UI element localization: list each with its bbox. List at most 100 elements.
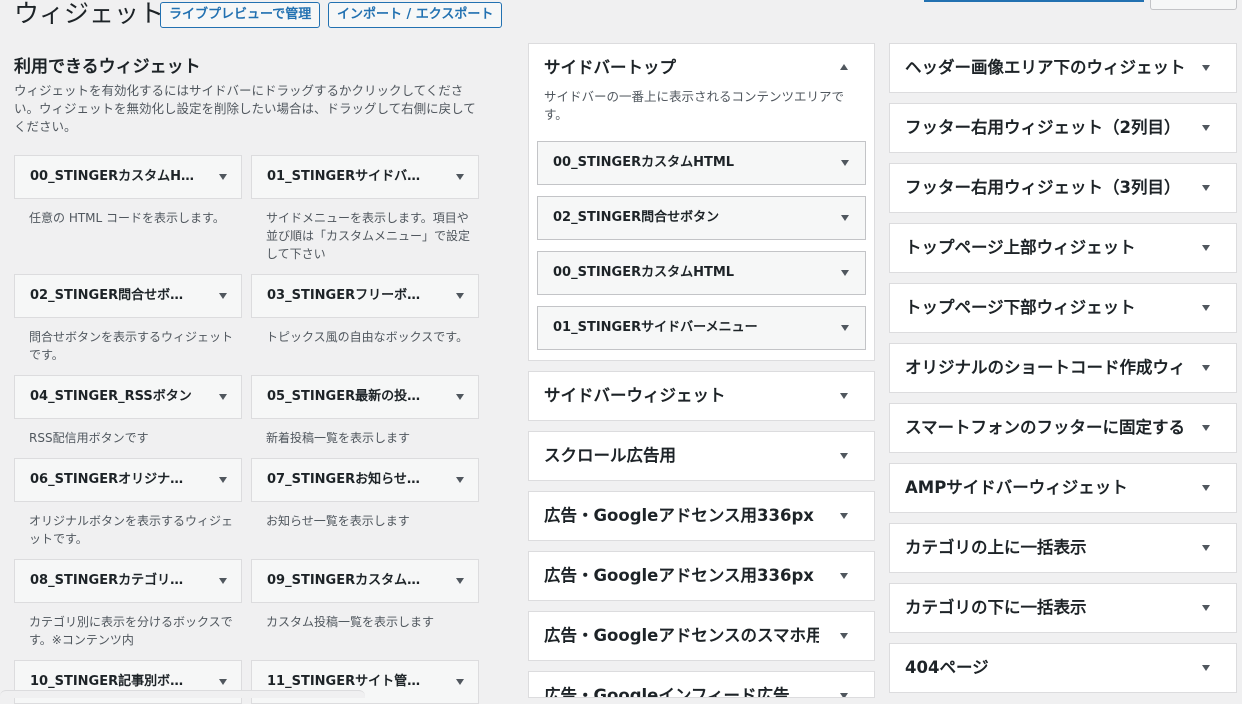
chevron-down-icon[interactable] <box>456 293 464 299</box>
widget-title: 08_STINGERカテゴリー別 <box>30 573 195 588</box>
chevron-down-icon[interactable] <box>456 477 464 483</box>
sidebar-area[interactable]: ヘッダー画像エリア下のウィジェット <box>889 43 1237 93</box>
chevron-down-icon[interactable] <box>840 453 848 459</box>
sidebar-area[interactable]: スマートフォンのフッターに固定する <box>889 403 1237 453</box>
live-preview-button[interactable]: ライブプレビューで管理 <box>160 2 321 28</box>
chevron-down-icon[interactable] <box>1202 65 1210 71</box>
sidebar-area[interactable]: 広告・Googleアドセンスのスマホ用 <box>528 611 875 661</box>
widget-item[interactable]: 08_STINGERカテゴリー別 <box>14 559 242 603</box>
sidebar-area[interactable]: サイドバーウィジェット <box>528 371 875 421</box>
sidebar-area-title[interactable]: オリジナルのショートコード作成ウィ <box>905 344 1186 392</box>
sidebar-widget-item[interactable]: 00_STINGERカスタムHTML <box>537 141 866 185</box>
sidebar-area-title[interactable]: 広告・Googleアドセンス用336px（A <box>544 492 819 540</box>
sidebar-area-title[interactable]: トップページ上部ウィジェット <box>905 224 1136 272</box>
chevron-down-icon[interactable] <box>840 393 848 399</box>
chevron-down-icon[interactable] <box>841 270 849 276</box>
widget-description: カテゴリ別に表示を分けるボックスです。※コンテンツ内 <box>29 615 233 647</box>
sidebar-area-title[interactable]: 広告・Googleアドセンス用336px（B <box>544 552 819 600</box>
chevron-down-icon[interactable] <box>1202 125 1210 131</box>
top-right-button[interactable] <box>1150 0 1237 10</box>
chevron-down-icon[interactable] <box>219 679 227 685</box>
widget-title: 00_STINGERカスタムHTML <box>553 265 735 280</box>
chevron-down-icon[interactable] <box>1202 245 1210 251</box>
sidebar-area[interactable]: フッター右用ウィジェット（2列目） <box>889 103 1237 153</box>
widget-description: RSS配信用ボタンです <box>29 431 149 445</box>
widget-description: トピックス風の自由なボックスです。 <box>266 330 469 344</box>
sidebar-area-title[interactable]: カテゴリの上に一括表示 <box>905 524 1087 572</box>
chevron-down-icon[interactable] <box>841 325 849 331</box>
sidebar-area[interactable]: カテゴリの上に一括表示 <box>889 523 1237 573</box>
widget-description: オリジナルボタンを表示するウィジェットです。 <box>29 514 234 546</box>
chevron-down-icon[interactable] <box>1202 305 1210 311</box>
chevron-down-icon[interactable] <box>840 573 848 579</box>
chevron-down-icon[interactable] <box>841 215 849 221</box>
widget-description: カスタム投稿一覧を表示します <box>266 615 435 629</box>
sidebar-widget-item[interactable]: 01_STINGERサイドバーメニュー <box>537 306 866 350</box>
sidebar-area[interactable]: 広告・Googleインフィード広告 <box>528 671 875 698</box>
chevron-up-icon[interactable] <box>840 64 848 70</box>
chevron-down-icon[interactable] <box>219 477 227 483</box>
top-link-underline[interactable] <box>924 0 1144 2</box>
chevron-down-icon[interactable] <box>1202 545 1210 551</box>
chevron-down-icon[interactable] <box>219 174 227 180</box>
widget-item[interactable]: 06_STINGERオリジナルボタン <box>14 458 242 502</box>
chevron-down-icon[interactable] <box>841 160 849 166</box>
sidebar-widget-item[interactable]: 00_STINGERカスタムHTML <box>537 251 866 295</box>
chevron-down-icon[interactable] <box>1202 425 1210 431</box>
sidebar-area-title[interactable]: サイドバートップ <box>544 44 676 92</box>
import-export-button[interactable]: インポート / エクスポート <box>328 2 503 28</box>
available-widgets-description: ウィジェットを有効化するにはサイドバーにドラッグするかクリックしてください。ウィ… <box>14 83 476 134</box>
sidebar-area-title[interactable]: カテゴリの下に一括表示 <box>905 584 1087 632</box>
chevron-down-icon[interactable] <box>840 693 848 697</box>
sidebar-area-title[interactable]: 404ページ <box>905 644 989 692</box>
widget-item[interactable]: 02_STINGER問合せボタン <box>14 274 242 318</box>
chevron-down-icon[interactable] <box>1202 185 1210 191</box>
sidebar-area-title[interactable]: 広告・Googleインフィード広告 <box>544 672 790 697</box>
chevron-down-icon[interactable] <box>840 513 848 519</box>
chevron-down-icon[interactable] <box>456 394 464 400</box>
sidebar-area[interactable]: トップページ上部ウィジェット <box>889 223 1237 273</box>
sidebar-area-title[interactable]: フッター右用ウィジェット（3列目） <box>905 164 1180 212</box>
sidebar-area-title[interactable]: フッター右用ウィジェット（2列目） <box>905 104 1180 152</box>
chevron-down-icon[interactable] <box>219 578 227 584</box>
sidebar-area-title[interactable]: 広告・Googleアドセンスのスマホ用 <box>544 612 819 660</box>
chevron-down-icon[interactable] <box>1202 485 1210 491</box>
sidebar-area-title[interactable]: スクロール広告用 <box>544 432 676 480</box>
sidebar-area[interactable]: 広告・Googleアドセンス用336px（A <box>528 491 875 541</box>
sidebar-area[interactable]: 404ページ <box>889 643 1237 693</box>
sidebar-area-title[interactable]: サイドバーウィジェット <box>544 372 726 420</box>
chevron-down-icon[interactable] <box>456 679 464 685</box>
sidebar-area[interactable]: AMPサイドバーウィジェット <box>889 463 1237 513</box>
chevron-down-icon[interactable] <box>1202 365 1210 371</box>
sidebar-area[interactable]: オリジナルのショートコード作成ウィ <box>889 343 1237 393</box>
sidebar-widget-item[interactable]: 02_STINGER問合せボタン <box>537 196 866 240</box>
sidebar-area-title[interactable]: トップページ下部ウィジェット <box>905 284 1136 332</box>
chevron-down-icon[interactable] <box>1202 665 1210 671</box>
widget-item[interactable]: 07_STINGERお知らせエリア <box>251 458 479 502</box>
sidebar-area[interactable]: 広告・Googleアドセンス用336px（B <box>528 551 875 601</box>
widget-item[interactable]: 00_STINGERカスタムHTML <box>14 155 242 199</box>
sidebar-area[interactable]: フッター右用ウィジェット（3列目） <box>889 163 1237 213</box>
widget-title: 06_STINGERオリジナルボタン <box>30 472 195 487</box>
widget-item[interactable]: 09_STINGERカスタム投稿 <box>251 559 479 603</box>
sidebar-area[interactable]: スクロール広告用 <box>528 431 875 481</box>
sidebar-area-sidebar-top[interactable]: サイドバートップ サイドバーの一番上に表示されるコンテンツエリアです。 00_S… <box>528 43 875 361</box>
sidebar-area-title[interactable]: AMPサイドバーウィジェット <box>905 464 1128 512</box>
chevron-down-icon[interactable] <box>456 578 464 584</box>
sidebar-area-title[interactable]: スマートフォンのフッターに固定する <box>905 404 1185 452</box>
widget-title: 00_STINGERカスタムHTML <box>30 169 195 184</box>
widget-description: 新着投稿一覧を表示します <box>266 431 411 445</box>
chevron-down-icon[interactable] <box>219 394 227 400</box>
widget-item[interactable]: 03_STINGERフリーボックス <box>251 274 479 318</box>
sidebar-area[interactable]: トップページ下部ウィジェット <box>889 283 1237 333</box>
widget-item[interactable]: 05_STINGER最新の投稿一覧 <box>251 375 479 419</box>
chevron-down-icon[interactable] <box>219 293 227 299</box>
widget-title: 01_STINGERサイドバーメニュー <box>267 169 432 184</box>
widget-item[interactable]: 04_STINGER_RSSボタン <box>14 375 242 419</box>
chevron-down-icon[interactable] <box>1202 605 1210 611</box>
sidebar-area[interactable]: カテゴリの下に一括表示 <box>889 583 1237 633</box>
chevron-down-icon[interactable] <box>456 174 464 180</box>
widget-item[interactable]: 01_STINGERサイドバーメニュー <box>251 155 479 199</box>
sidebar-area-title[interactable]: ヘッダー画像エリア下のウィジェット <box>905 44 1186 92</box>
chevron-down-icon[interactable] <box>840 633 848 639</box>
